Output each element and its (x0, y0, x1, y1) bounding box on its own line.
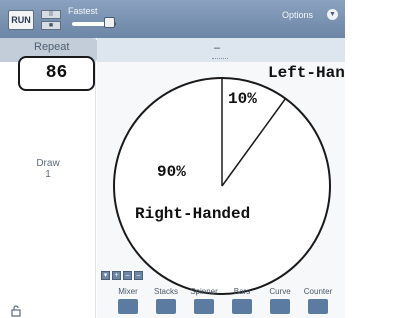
device-mixer[interactable]: Mixer (110, 287, 146, 314)
device-label: Counter (303, 287, 333, 296)
device-label: Mixer (118, 287, 138, 296)
device-label: Stacks (153, 287, 178, 296)
stacks-icon (156, 299, 176, 314)
right-blank-area (345, 0, 412, 318)
slice-percent-right-handed: 90% (157, 163, 186, 181)
device-label: Curve (269, 287, 291, 296)
device-spinner[interactable]: Spinner (186, 287, 222, 314)
bars-icon (232, 299, 252, 314)
device-bar: Mixer Stacks Spinner Bars Curve Counter (110, 287, 346, 318)
counter-icon (308, 299, 328, 314)
mixer-icon (118, 299, 138, 314)
device-counter[interactable]: Counter (300, 287, 336, 314)
zoom-button-2[interactable]: – (123, 271, 132, 280)
slice-percent-left-handed: 10% (228, 90, 257, 108)
spinner-icon (194, 299, 214, 314)
zoom-button-3[interactable]: – (134, 271, 143, 280)
zoom-button-1[interactable]: + (112, 271, 121, 280)
zoom-button-0[interactable]: ▾ (101, 271, 110, 280)
device-bars[interactable]: Bars (224, 287, 260, 314)
device-label: Spinner (190, 287, 218, 296)
slice-name-right-handed: Right-Handed (135, 205, 251, 223)
device-label: Bars (233, 287, 251, 296)
curve-icon (270, 299, 290, 314)
device-stacks[interactable]: Stacks (148, 287, 184, 314)
device-curve[interactable]: Curve (262, 287, 298, 314)
